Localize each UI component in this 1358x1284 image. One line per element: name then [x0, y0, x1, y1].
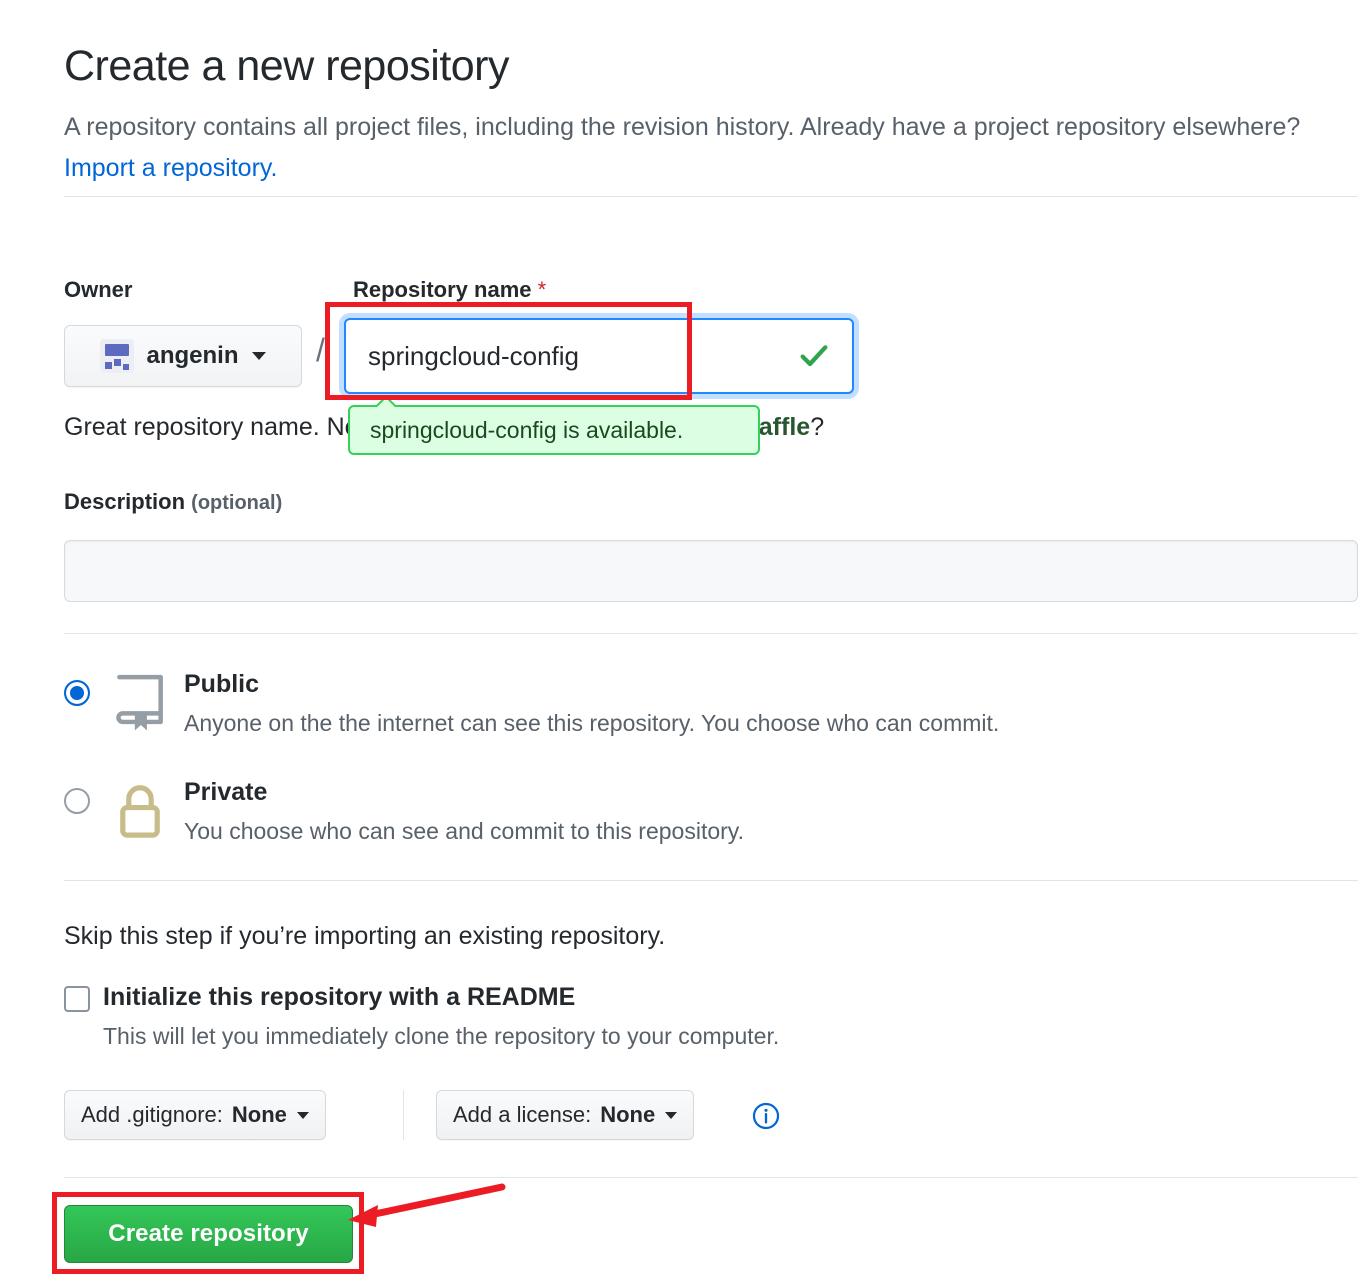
page-description-text: A repository contains all project files,…: [64, 113, 1301, 141]
dropdown-separator: [403, 1090, 404, 1140]
readme-label[interactable]: Initialize this repository with a README: [103, 983, 575, 1012]
divider-after-description: [64, 633, 1358, 634]
owner-label: Owner: [64, 277, 133, 302]
red-arrow-pointing-left-icon: [348, 1183, 506, 1227]
identicon-avatar: [100, 339, 135, 373]
radio-public[interactable]: [64, 680, 90, 706]
check-icon: [800, 345, 828, 367]
lock-icon: [120, 785, 160, 838]
radio-private[interactable]: [64, 788, 90, 814]
divider-after-visibility: [64, 880, 1358, 881]
repository-name-label-text: Repository name: [353, 277, 532, 302]
readme-description: This will let you immediately clone the …: [103, 1023, 780, 1049]
private-description: You choose who can see and commit to thi…: [184, 818, 744, 844]
availability-tooltip: springcloud-config is available.: [348, 405, 760, 455]
required-asterisk: *: [537, 277, 547, 302]
create-repository-page: Create a new repository A repository con…: [0, 0, 1358, 1284]
page-description: A repository contains all project files,…: [64, 107, 1358, 189]
owner-dropdown-button[interactable]: angenin: [64, 325, 302, 387]
page-title: Create a new repository: [64, 41, 510, 90]
skip-step-text: Skip this step if you’re importing an ex…: [64, 922, 666, 950]
import-repository-link[interactable]: Import a repository.: [64, 154, 278, 182]
description-input[interactable]: [64, 540, 1358, 602]
public-title: Public: [184, 670, 260, 698]
license-dropdown-button[interactable]: Add a license: None: [436, 1090, 695, 1140]
license-value: None: [600, 1102, 656, 1127]
create-repository-button[interactable]: Create repository: [64, 1205, 353, 1263]
repository-name-field-wrapper: [344, 318, 854, 394]
chevron-down-icon: [665, 1111, 678, 1119]
repository-name-label: Repository name *: [353, 277, 546, 303]
readme-checkbox[interactable]: [64, 986, 90, 1012]
chevron-down-icon: [296, 1111, 309, 1119]
chevron-down-icon: [251, 352, 266, 360]
private-title: Private: [184, 778, 268, 806]
repo-book-icon: [116, 674, 163, 731]
description-label-text: Description: [64, 489, 186, 514]
gitignore-dropdown-button[interactable]: Add .gitignore: None: [64, 1090, 326, 1140]
hint-suffix: ?: [810, 413, 825, 441]
tooltip-arrow-icon: [374, 395, 396, 407]
license-prefix: Add a license:: [453, 1102, 592, 1127]
owner-name: angenin: [146, 342, 239, 369]
gitignore-value: None: [231, 1102, 287, 1127]
repository-name-field[interactable]: [344, 318, 854, 394]
info-circle-icon[interactable]: [752, 1102, 780, 1130]
availability-message: springcloud-config is available.: [370, 416, 684, 443]
public-description: Anyone on the the internet can see this …: [184, 710, 1000, 736]
divider-before-submit: [64, 1177, 1358, 1178]
description-label: Description (optional): [64, 489, 282, 515]
divider-top: [64, 196, 1358, 197]
repository-name-input[interactable]: [346, 320, 776, 392]
owner-repo-separator: /: [316, 332, 325, 368]
gitignore-prefix: Add .gitignore:: [81, 1102, 223, 1127]
description-optional-label: (optional): [191, 492, 283, 514]
